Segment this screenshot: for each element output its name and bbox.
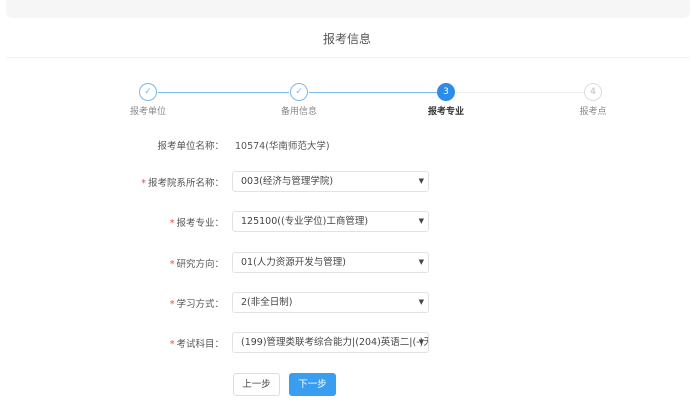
subjects-select[interactable]: (199)管理类联考综合能力|(204)英语二|(-)无 ▼ [232,332,429,353]
direction-row: * 研究方向： 01(人力资源开发与管理) ▼ [0,252,694,274]
step-1: ✓ 报考单位 [108,83,188,117]
required-mark: * [169,259,175,270]
step-label: 报考单位 [129,107,166,117]
required-mark: * [169,218,175,229]
divider [6,57,690,58]
subjects-row: * 考试科目： (199)管理类联考综合能力|(204)英语二|(-)无 ▼ [0,332,694,354]
major-label: * 报考专业： [169,218,224,229]
dropdown-arrow-icon: ▼ [418,177,424,185]
study-mode-row: * 学习方式： 2(非全日制) ▼ [0,292,694,314]
dropdown-arrow-icon: ▼ [418,298,424,306]
unit-row: 报考单位名称： 10574(华南师范大学) [0,134,694,156]
unit-value: 10574(华南师范大学) [235,141,330,152]
subjects-label: * 考试科目： [169,339,224,350]
study-mode-select[interactable]: 2(非全日制) ▼ [232,292,429,313]
required-mark: * [169,299,175,310]
study-mode-label: * 学习方式： [169,299,224,310]
step-4: 4 报考点 [553,83,633,117]
step-label: 报考点 [579,107,607,117]
dropdown-arrow-icon: ▼ [418,217,424,225]
dropdown-arrow-icon: ▼ [418,258,424,266]
direction-label: * 研究方向： [169,259,224,270]
next-step-button[interactable]: 下一步 [289,373,336,396]
dropdown-arrow-icon: ▼ [418,338,424,346]
step-2: ✓ 备用信息 [259,83,339,117]
step-number: 4 [584,83,602,101]
required-mark: * [169,339,175,350]
department-row: * 报考院系所名称： 003(经济与管理学院) ▼ [0,171,694,193]
required-mark: * [141,178,146,189]
page-title: 报考信息 [322,32,371,46]
major-select[interactable]: 125100((专业学位)工商管理) ▼ [232,211,429,232]
check-icon: ✓ [290,83,308,101]
step-label: 备用信息 [280,107,317,117]
department-label: * 报考院系所名称： [141,178,224,189]
check-icon: ✓ [139,83,157,101]
step-label: 报考专业 [427,107,464,117]
department-select[interactable]: 003(经济与管理学院) ▼ [232,171,429,192]
step-3: 3 报考专业 [406,83,486,117]
unit-label: 报考单位名称： [157,141,224,152]
step-number: 3 [437,83,455,101]
top-bar [6,0,690,18]
direction-select[interactable]: 01(人力资源开发与管理) ▼ [232,252,429,273]
major-row: * 报考专业： 125100((专业学位)工商管理) ▼ [0,211,694,233]
prev-step-button[interactable]: 上一步 [233,373,280,396]
